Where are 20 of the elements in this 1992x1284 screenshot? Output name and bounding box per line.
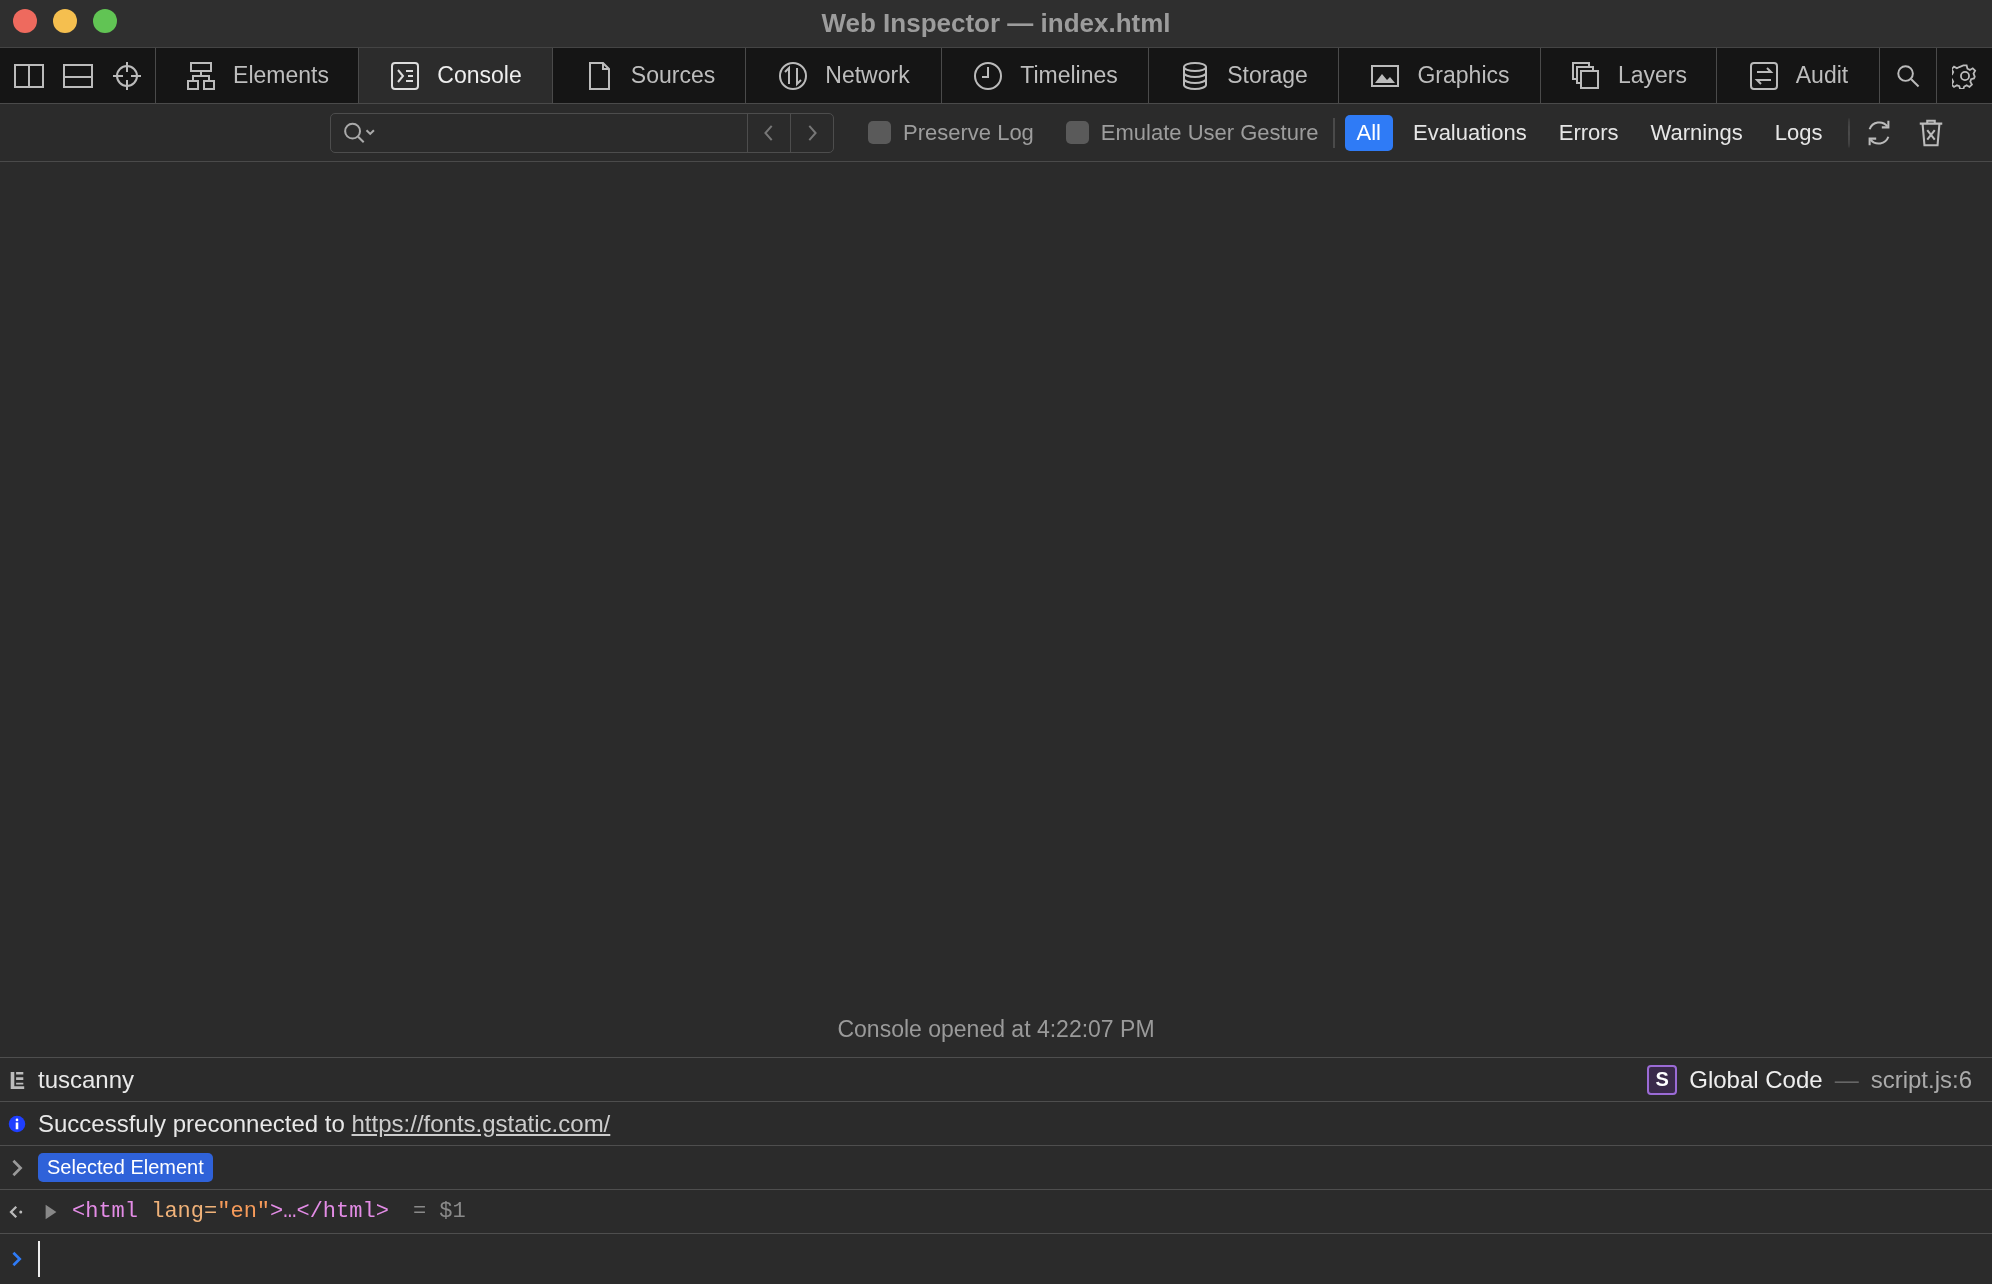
checkbox-label: Preserve Log xyxy=(903,119,1034,146)
checkbox-label: Emulate User Gesture xyxy=(1100,119,1319,146)
window-title: Web Inspector — index.html xyxy=(821,8,1171,39)
filter-button[interactable]: Warnings xyxy=(1638,114,1755,151)
filter-button[interactable]: Errors xyxy=(1546,114,1631,151)
source-location-link[interactable]: script.js:6 xyxy=(1870,1065,1972,1094)
script-badge: S xyxy=(1647,1064,1678,1095)
log-message: tuscanny xyxy=(38,1065,135,1094)
filter-button[interactable]: Evaluations xyxy=(1400,114,1539,151)
selected-element-badge: Selected Element xyxy=(38,1153,213,1182)
variable-assignment: = $1 xyxy=(412,1199,466,1224)
filter-button[interactable]: All xyxy=(1344,114,1393,151)
url-link[interactable]: https://fonts.gstatic.com/ xyxy=(351,1109,611,1137)
filter-button[interactable]: Logs xyxy=(1762,114,1835,151)
html-element-code[interactable]: <html lang="en">…</html> xyxy=(72,1199,389,1224)
tab[interactable]: Console xyxy=(359,48,553,103)
console-opened-message: Console opened at 4:22:07 PM xyxy=(836,1016,1156,1044)
info-message: Successfuly preconnected to https://fonts.gstatic.com/ xyxy=(38,1109,611,1138)
function-name: Global Code xyxy=(1689,1065,1823,1094)
separator: — xyxy=(1834,1065,1859,1094)
